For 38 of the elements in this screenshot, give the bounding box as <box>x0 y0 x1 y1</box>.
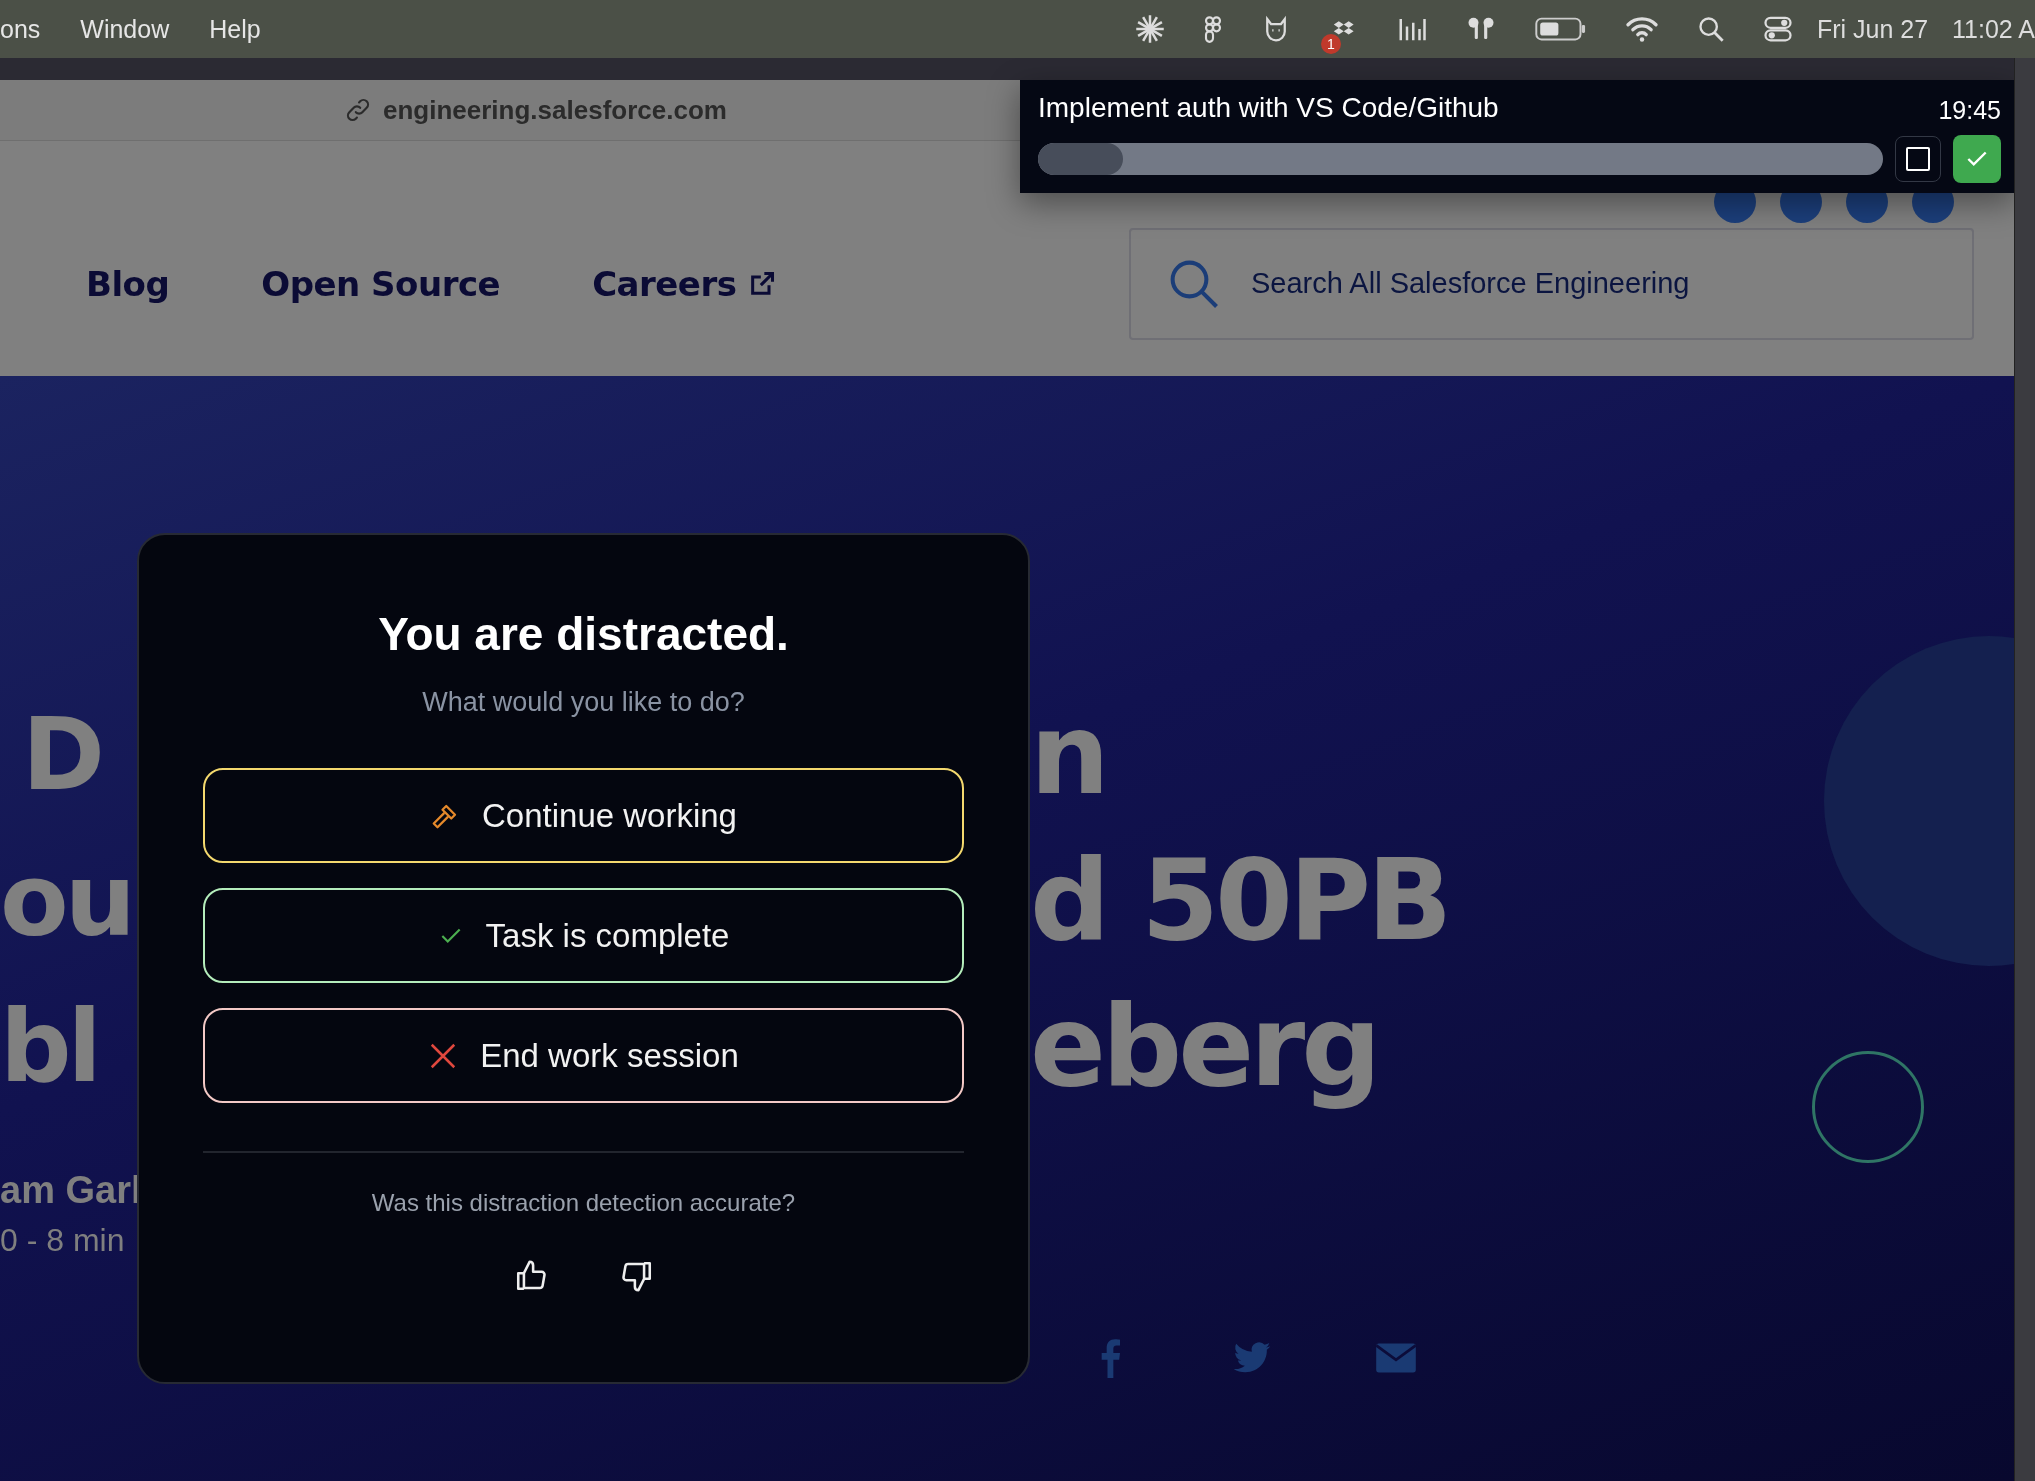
dialog-subtitle: What would you like to do? <box>422 687 745 718</box>
thumbs-down-icon <box>619 1259 654 1293</box>
date-text: Fri Jun 27 <box>1816 14 1929 44</box>
feedback-question: Was this distraction detection accurate? <box>371 1189 796 1217</box>
url-text[interactable]: engineering.salesforce.com <box>383 94 727 126</box>
headline-text: D <box>22 695 101 813</box>
action-button[interactable]: Continue working <box>203 768 964 863</box>
headline-text: ou <box>0 841 132 959</box>
dialog-title: You are distracted. <box>378 607 789 661</box>
menu-item[interactable]: ons <box>0 14 41 44</box>
link-icon <box>345 97 371 123</box>
search-field[interactable]: Search All Salesforce Engineering <box>1129 227 1974 340</box>
headline-text: d 50PB <box>1030 835 1449 965</box>
nav-link[interactable]: Careers <box>592 263 777 304</box>
complete-button[interactable] <box>1953 135 2001 183</box>
square-icon <box>1906 147 1930 171</box>
headline-text: n <box>1030 689 1106 819</box>
nav-link[interactable]: Open Source <box>261 263 501 304</box>
stop-button[interactable] <box>1895 136 1941 182</box>
post-meta: 0 - 8 min <box>0 1222 125 1259</box>
action-button[interactable]: End work session <box>203 1008 964 1103</box>
headline-text: bl <box>0 987 98 1105</box>
time-text: 11:02 A <box>1952 14 2035 44</box>
notification-badge: 1 <box>1320 34 1341 54</box>
action-button[interactable]: Task is complete <box>203 888 964 983</box>
timer-text: 19:45 <box>1938 95 2001 125</box>
external-link-icon <box>748 269 777 298</box>
battery-icon[interactable] <box>1534 16 1587 42</box>
thumbs-down-button[interactable] <box>619 1259 654 1293</box>
task-title: Implement auth with VS Code/Github <box>1038 92 1499 125</box>
control-center-icon[interactable] <box>1762 14 1793 44</box>
nav-link[interactable]: Blog <box>86 263 170 304</box>
menu-item[interactable]: Help <box>209 14 261 44</box>
asterisk-icon[interactable] <box>1134 14 1165 44</box>
menu-item[interactable]: Window <box>80 14 170 44</box>
headline-text: eberg <box>1030 981 1378 1111</box>
wifi-icon[interactable] <box>1624 15 1659 43</box>
search-icon[interactable] <box>1696 15 1725 43</box>
